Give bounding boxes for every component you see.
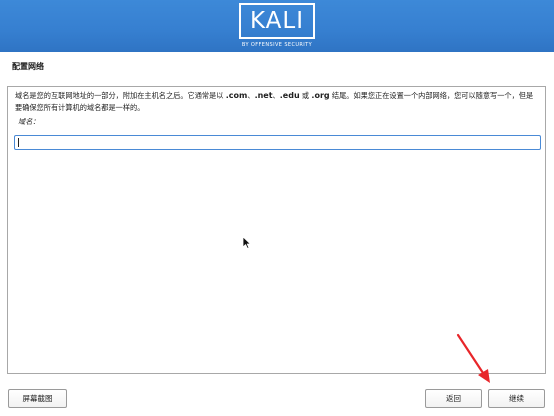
description-or: 或: [299, 91, 312, 100]
tld-net: .net: [254, 91, 273, 100]
tld-com: .com: [225, 91, 248, 100]
domain-label: 域名：: [18, 117, 40, 126]
continue-button[interactable]: 继续: [488, 389, 545, 408]
logo-text: KALI: [249, 7, 304, 34]
logo-subtitle: BY OFFENSIVE SECURITY: [241, 42, 313, 48]
description-text: 域名是您的互联网地址的一部分，附加在主机名之后。它通常是以 .com、.net、…: [15, 90, 539, 114]
kali-logo: KALI: [239, 3, 315, 39]
description-part1: 域名是您的互联网地址的一部分，附加在主机名之后。它通常是以: [15, 91, 226, 100]
header-banner: KALI BY OFFENSIVE SECURITY: [0, 0, 554, 52]
red-arrow-icon: [456, 333, 490, 383]
domain-input[interactable]: [14, 135, 541, 150]
page-title: 配置网络: [12, 62, 44, 71]
text-caret: [18, 138, 19, 147]
description-sep2: 、: [272, 91, 280, 100]
description-sep1: 、: [247, 91, 255, 100]
tld-org: .org: [311, 91, 330, 100]
back-button[interactable]: 返回: [425, 389, 482, 408]
mouse-pointer-icon: [242, 236, 251, 249]
content-panel: 域名是您的互联网地址的一部分，附加在主机名之后。它通常是以 .com、.net、…: [7, 86, 546, 374]
screenshot-button[interactable]: 屏幕截图: [8, 389, 67, 408]
tld-edu: .edu: [279, 91, 300, 100]
